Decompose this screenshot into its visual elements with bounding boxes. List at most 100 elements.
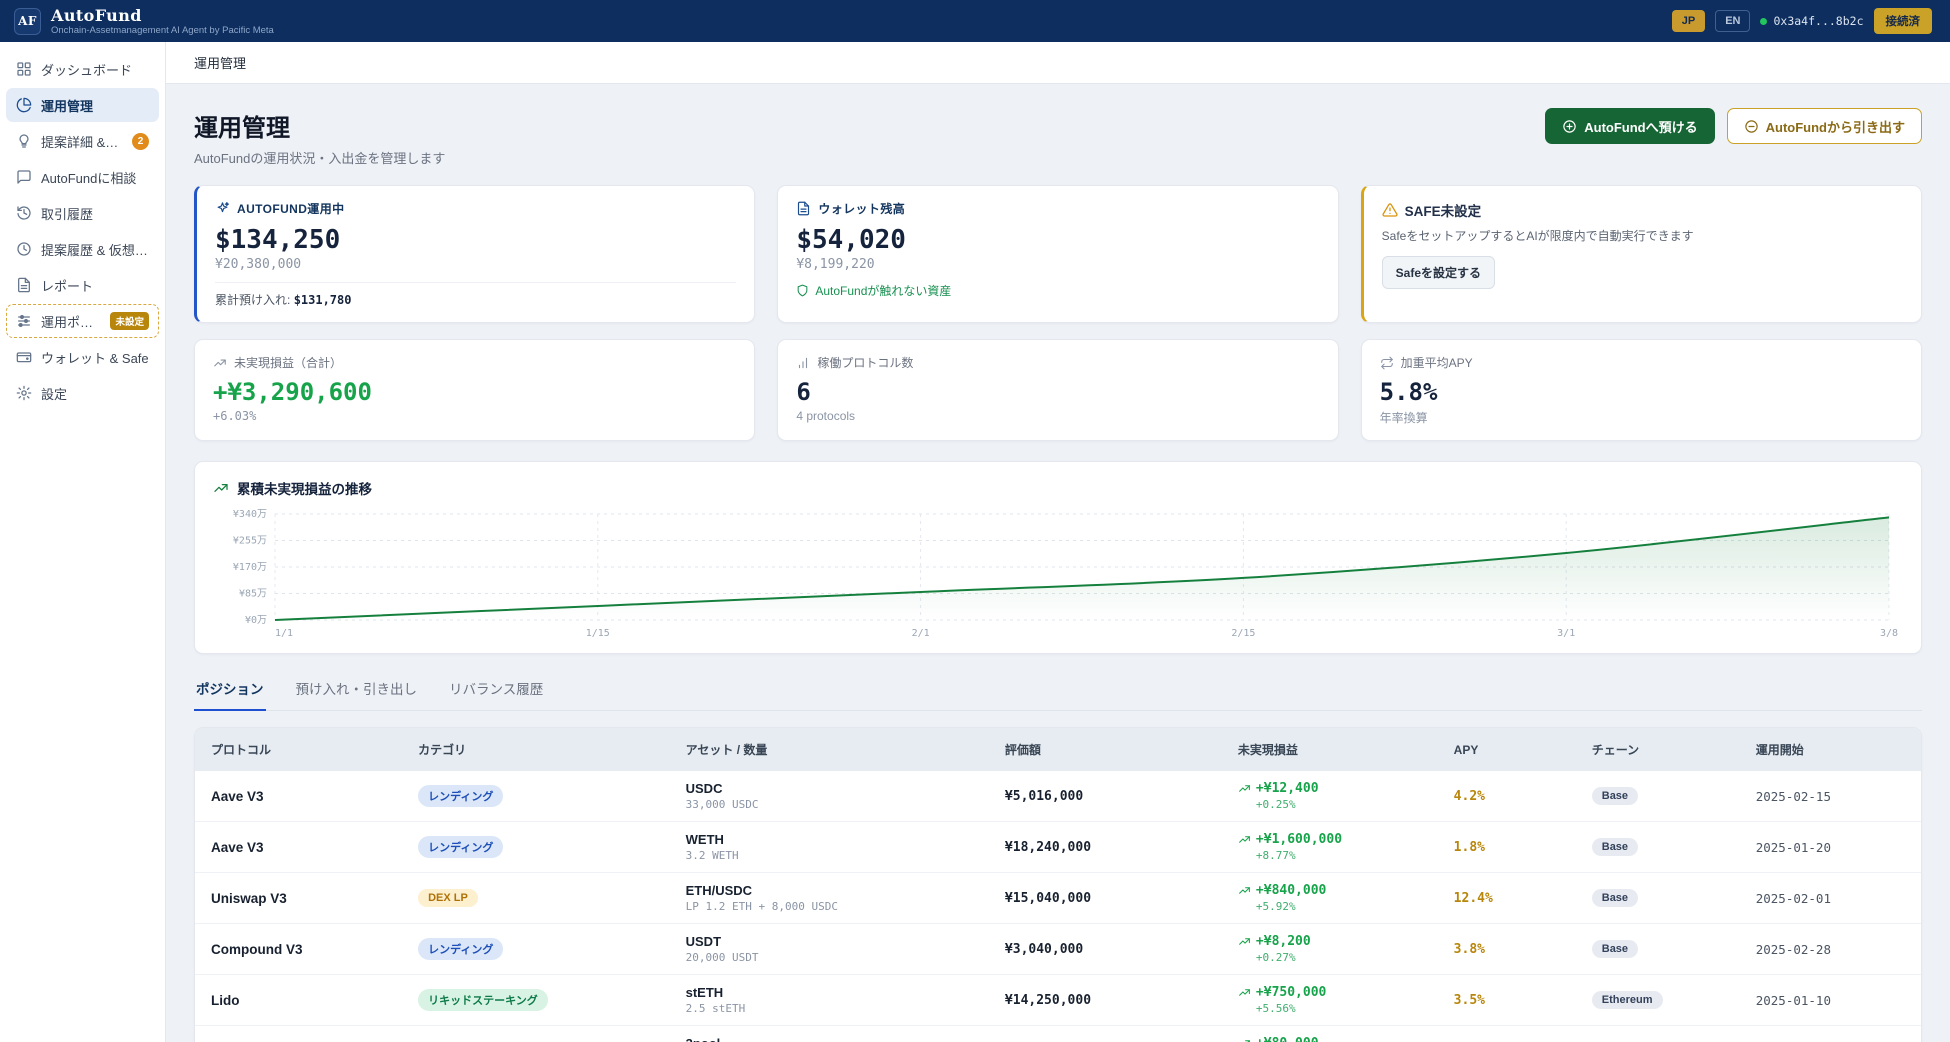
chart-title: 累積未実現損益の推移 xyxy=(237,478,372,498)
lang-jp-button[interactable]: JP xyxy=(1672,10,1705,32)
asset-quantity: 20,000 USDT xyxy=(686,951,973,964)
chain-badge: Base xyxy=(1592,787,1638,805)
category-badge: レンディング xyxy=(418,938,503,960)
safe-card-description: SafeをセットアップするとAIが限度内で自動実行できます xyxy=(1382,227,1903,245)
apy-stat-sub: 年率換算 xyxy=(1380,409,1903,426)
protocol-name: Aave V3 xyxy=(211,789,264,804)
sidebar-item-label: 提案履歴 & 仮想… xyxy=(41,240,149,259)
sidebar-item-consult[interactable]: AutoFundに相談 xyxy=(6,160,159,194)
sidebar-item-label: AutoFundに相談 xyxy=(41,168,149,187)
sparkles-icon xyxy=(215,201,230,216)
column-header: 未実現損益 xyxy=(1222,728,1438,771)
deposit-button[interactable]: AutoFundへ預ける xyxy=(1545,108,1714,144)
chain-badge: Base xyxy=(1592,940,1638,958)
wallet-address: 0x3a4f...8b2c xyxy=(1773,14,1863,28)
sidebar-item-policy[interactable]: 運用ポリ…未設定 xyxy=(6,304,159,338)
app-root: AF AutoFund Onchain-Assetmanagement AI A… xyxy=(0,0,1950,1042)
svg-text:2/15: 2/15 xyxy=(1231,628,1255,639)
grid-icon xyxy=(16,61,32,77)
apy-value: 12.4% xyxy=(1454,891,1493,906)
sidebar-item-reports[interactable]: レポート xyxy=(6,268,159,302)
note-icon xyxy=(796,201,811,216)
chain-badge: Ethereum xyxy=(1592,991,1663,1009)
svg-text:3/8: 3/8 xyxy=(1880,628,1898,639)
gear-icon xyxy=(16,385,32,401)
svg-text:¥170万: ¥170万 xyxy=(233,562,267,573)
table-row[interactable]: Aave V3 レンディング USDC 33,000 USDC ¥5,016,0… xyxy=(195,771,1921,822)
category-badge: レンディング xyxy=(418,836,503,858)
start-date: 2025-02-15 xyxy=(1756,789,1831,804)
pnl-cell: +¥750,000 +5.56% xyxy=(1222,975,1438,1026)
protocol-name: Lido xyxy=(211,993,240,1008)
safe-card-title: SAFE未設定 xyxy=(1405,200,1482,220)
sidebar-item-wallet-safe[interactable]: ウォレット & Safe xyxy=(6,340,159,374)
sidebar-item-settings[interactable]: 設定 xyxy=(6,376,159,410)
wallet-address-chip[interactable]: 0x3a4f...8b2c xyxy=(1760,14,1863,28)
table-row[interactable]: Uniswap V3 DEX LP ETH/USDC LP 1.2 ETH + … xyxy=(195,873,1921,924)
weighted-apy-card: 加重平均APY 5.8% 年率換算 xyxy=(1361,339,1922,441)
wallet-card-label-row: ウォレット残高 xyxy=(796,200,1319,217)
svg-text:1/1: 1/1 xyxy=(275,628,293,639)
column-header: アセット / 数量 xyxy=(670,728,989,771)
connect-status-button[interactable]: 接続済 xyxy=(1874,8,1933,34)
valuation-value: ¥14,250,000 xyxy=(1005,993,1091,1008)
bar-chart-icon xyxy=(796,356,810,370)
column-header: プロトコル xyxy=(195,728,402,771)
table-row[interactable]: Curve DEX DEX LP 3pool 15,000 LP tokens … xyxy=(195,1026,1921,1042)
pnl-percent: +8.77% xyxy=(1238,849,1422,862)
protocol-name: Aave V3 xyxy=(211,840,264,855)
svg-text:3/1: 3/1 xyxy=(1557,628,1575,639)
pnl-value: +¥750,000 xyxy=(1256,985,1326,1000)
pnl-value: +¥12,400 xyxy=(1256,781,1319,796)
asset-quantity: 2.5 stETH xyxy=(686,1002,973,1015)
protocol-name: Compound V3 xyxy=(211,942,303,957)
tab-deposit-withdraw[interactable]: 預け入れ・引き出し xyxy=(294,678,420,711)
autofund-balance-card: AUTOFUND運用中 $134,250 ¥20,380,000 累計預け入れ:… xyxy=(194,185,755,323)
sidebar-badge: 2 xyxy=(132,133,149,150)
category-badge: レンディング xyxy=(418,785,503,807)
breadcrumb: 運用管理 xyxy=(166,42,1950,84)
column-header: チェーン xyxy=(1576,728,1740,771)
valuation-value: ¥3,040,000 xyxy=(1005,942,1083,957)
lang-en-button[interactable]: EN xyxy=(1715,10,1750,32)
table-row[interactable]: Lido リキッドステーキング stETH 2.5 stETH ¥14,250,… xyxy=(195,975,1921,1026)
apy-value: 3.5% xyxy=(1454,993,1485,1008)
pnl-percent: +0.27% xyxy=(1238,951,1422,964)
positions-table: プロトコルカテゴリアセット / 数量評価額未実現損益APYチェーン運用開始 Aa… xyxy=(195,728,1921,1042)
pnl-value: +¥840,000 xyxy=(1256,883,1326,898)
sidebar-item-proposal-history[interactable]: 提案履歴 & 仮想… xyxy=(6,232,159,266)
tab-rebalance-history[interactable]: リバランス履歴 xyxy=(447,678,545,711)
page-actions: AutoFundへ預ける AutoFundから引き出す xyxy=(1545,108,1922,144)
table-row[interactable]: Aave V3 レンディング WETH 3.2 WETH ¥18,240,000… xyxy=(195,822,1921,873)
pnl-percent: +5.56% xyxy=(1238,1002,1422,1015)
divider xyxy=(215,282,736,283)
table-row[interactable]: Compound V3 レンディング USDT 20,000 USDT ¥3,0… xyxy=(195,924,1921,975)
sidebar: ダッシュボード運用管理提案詳細 &…2 AutoFundに相談取引履歴提案履歴 &… xyxy=(0,42,166,1042)
pnl-value: +¥1,600,000 xyxy=(1256,832,1342,847)
sidebar-item-label: レポート xyxy=(41,276,149,295)
tab-positions[interactable]: ポジション xyxy=(194,678,266,711)
unrealized-pnl-card: 未実現損益（合計） +¥3,290,600 +6.03% xyxy=(194,339,755,441)
sidebar-item-operations[interactable]: 運用管理 xyxy=(6,88,159,122)
page-head: 運用管理 AutoFundの運用状況・入出金を管理します AutoFundへ預け… xyxy=(194,108,1922,167)
pnl-cell: +¥8,200 +0.27% xyxy=(1222,924,1438,975)
sidebar-item-history[interactable]: 取引履歴 xyxy=(6,196,159,230)
column-header: カテゴリ xyxy=(402,728,670,771)
chat-icon xyxy=(16,169,32,185)
autofund-card-label-row: AUTOFUND運用中 xyxy=(215,200,736,217)
minus-circle-icon xyxy=(1744,119,1759,134)
sidebar-item-dashboard[interactable]: ダッシュボード xyxy=(6,52,159,86)
sidebar-item-proposals[interactable]: 提案詳細 &…2 xyxy=(6,124,159,158)
setup-safe-button[interactable]: Safeを設定する xyxy=(1382,256,1495,289)
wallet-card-label: ウォレット残高 xyxy=(818,200,905,217)
pnl-percent: +0.25% xyxy=(1238,798,1422,811)
sliders-icon xyxy=(16,313,32,329)
plus-circle-icon xyxy=(1562,119,1577,134)
apy-stat-label: 加重平均APY xyxy=(1401,354,1473,371)
svg-text:¥255万: ¥255万 xyxy=(233,536,267,547)
svg-text:1/15: 1/15 xyxy=(586,628,610,639)
deposit-button-label: AutoFundへ預ける xyxy=(1584,117,1697,136)
pnl-chart-card: 累積未実現損益の推移 ¥340万¥255万¥170万¥85万¥0万1/11/15… xyxy=(194,461,1922,654)
autofund-cumulative-deposit: 累計預け入れ: $131,780 xyxy=(215,291,736,308)
withdraw-button[interactable]: AutoFundから引き出す xyxy=(1727,108,1922,144)
